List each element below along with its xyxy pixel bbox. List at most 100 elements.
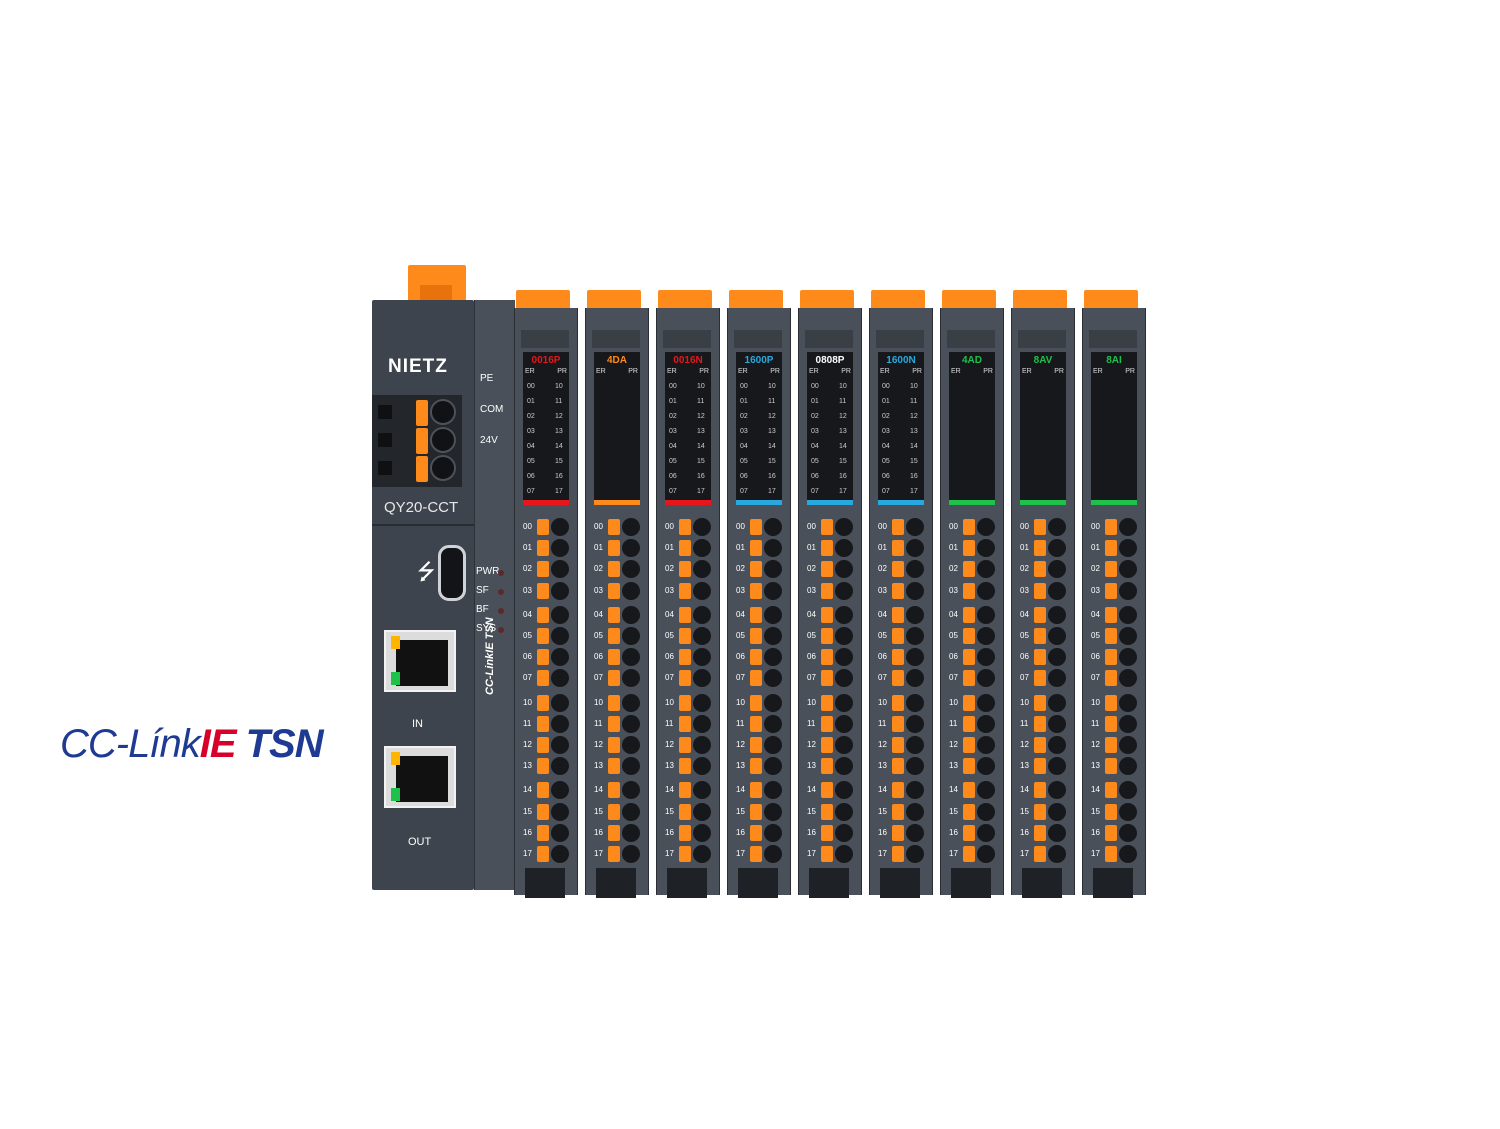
io-wire-hole (1048, 605, 1066, 624)
io-terminal-row: 07 (878, 669, 924, 688)
io-terminal-row: 17 (807, 845, 853, 863)
io-clip (1034, 649, 1046, 666)
channel-led-label: 00 (527, 383, 535, 390)
io-wire-hole (835, 581, 853, 600)
io-wire-hole (622, 714, 640, 733)
io-wire-hole (835, 845, 853, 863)
io-wire-hole (1119, 669, 1137, 688)
io-channel-label: 13 (665, 761, 674, 771)
io-channel-label: 00 (736, 522, 745, 531)
channel-led-label: 01 (527, 398, 535, 405)
io-terminal-row: 15 (665, 802, 711, 821)
module-status-window: 8AI ER PR (1091, 352, 1137, 504)
io-wire-hole (977, 757, 995, 776)
io-wire-hole (835, 802, 853, 821)
io-wire-hole (764, 802, 782, 821)
io-module: 0016N ER PR 00 10 01 11 02 12 03 13 04 14 05 15 06 16 07 1… (656, 290, 722, 898)
io-terminal-row: 11 (878, 714, 924, 733)
io-terminal-row: 06 (665, 648, 711, 667)
io-clip (608, 846, 620, 862)
io-channel-label: 01 (523, 543, 532, 553)
io-clip (963, 803, 975, 820)
io-channel-label: 11 (878, 718, 887, 728)
io-clip (892, 649, 904, 666)
io-terminal-row: 10 (594, 693, 640, 712)
io-clip (963, 694, 975, 711)
er-label: ER (1022, 368, 1032, 375)
io-terminal-row: 16 (1020, 823, 1066, 842)
io-channel-label: 14 (1091, 785, 1100, 795)
io-wire-hole (764, 581, 782, 600)
io-channel-label: 04 (949, 609, 958, 619)
channel-led-label: 16 (910, 473, 918, 480)
io-channel-label: 04 (665, 609, 674, 619)
channel-led-label: 00 (740, 383, 748, 390)
logo-ie-text: IE (199, 722, 237, 766)
terminal-square (378, 433, 392, 447)
channel-led-label: 06 (811, 473, 819, 480)
io-terminal-row: 06 (594, 648, 640, 667)
io-wire-hole (764, 845, 782, 863)
io-channel-label: 10 (807, 697, 816, 707)
io-channel-label: 12 (807, 740, 816, 749)
io-clip (892, 824, 904, 841)
io-terminal-row: 06 (523, 648, 569, 667)
io-clip (1034, 803, 1046, 820)
channel-led-label: 15 (839, 458, 847, 465)
io-terminal-row: 11 (594, 714, 640, 733)
io-clip (679, 782, 691, 799)
io-terminal-row: 03 (807, 581, 853, 600)
io-clip (1034, 737, 1046, 753)
io-wire-hole (1048, 518, 1066, 536)
io-clip (537, 694, 549, 711)
io-wire-hole (1119, 518, 1137, 536)
io-wire-hole (622, 539, 640, 558)
io-clip (608, 628, 620, 644)
io-wire-hole (551, 714, 569, 733)
io-module: 1600N ER PR 00 10 01 11 02 12 03 13 04 14 05 15 06 16 07 1… (869, 290, 935, 898)
io-terminal-row: 15 (523, 802, 569, 821)
io-terminal-row: 03 (523, 581, 569, 600)
io-terminal-row: 03 (736, 581, 782, 600)
io-wire-hole (622, 605, 640, 624)
port-out-label: OUT (408, 836, 432, 848)
io-wire-hole (551, 802, 569, 821)
io-wire-hole (693, 693, 711, 712)
io-clip (1105, 628, 1117, 644)
channel-led-label: 12 (768, 413, 776, 420)
io-clip (750, 846, 762, 862)
terminal-label-com: COM (480, 404, 504, 415)
io-channel-label: 00 (523, 522, 532, 531)
channel-led-label: 07 (811, 488, 819, 495)
io-wire-hole (693, 757, 711, 776)
channel-led-label: 16 (768, 473, 776, 480)
io-channel-label: 06 (594, 652, 603, 662)
io-clip (608, 540, 620, 557)
io-terminal-row: 15 (736, 802, 782, 821)
channel-led-label: 17 (839, 488, 847, 495)
io-terminal-row: 11 (1091, 714, 1137, 733)
io-clip (821, 758, 833, 775)
io-clip (821, 737, 833, 753)
io-module: 0016P ER PR 00 10 01 11 02 12 03 13 04 14 05 15 06 16 07 1… (514, 290, 580, 898)
io-module: 8AV ER PR 00 01 02 03 04 05 06 07 10 11 12 13 14 15 16 17 (1011, 290, 1077, 898)
io-terminal-row: 12 (807, 736, 853, 754)
channel-led-label: 10 (697, 383, 705, 390)
io-terminal-row: 06 (807, 648, 853, 667)
io-terminal-row: 06 (878, 648, 924, 667)
io-channel-label: 14 (1020, 785, 1029, 795)
io-channel-label: 12 (594, 740, 603, 749)
channel-led-label: 07 (669, 488, 677, 495)
module-body: 0016P ER PR 00 10 01 11 02 12 03 13 04 14 05 15 06 16 07 1… (514, 308, 578, 898)
io-wire-hole (835, 627, 853, 645)
channel-led-label: 11 (768, 398, 776, 405)
io-terminal-row: 17 (523, 845, 569, 863)
io-terminal-row: 04 (736, 605, 782, 624)
module-body: 1600N ER PR 00 10 01 11 02 12 03 13 04 14 05 15 06 16 07 1… (869, 308, 933, 898)
io-clip (537, 758, 549, 775)
io-channel-label: 10 (1091, 697, 1100, 707)
cc-link-ie-tsn-logo: CC-LínkIE TSN (60, 722, 324, 767)
pr-label: PR (912, 368, 922, 375)
io-channel-label: 03 (949, 585, 958, 595)
pr-label: PR (628, 368, 638, 375)
